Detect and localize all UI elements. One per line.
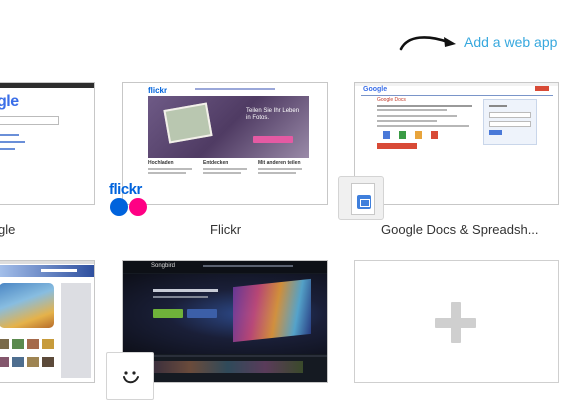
flickr-blue-dot — [110, 198, 128, 216]
flickr-column-1: Hochladen — [148, 160, 198, 174]
thumbnail-text-line — [377, 115, 457, 117]
flickr-column-3: Mit anderen teilen — [258, 160, 308, 174]
thumbnail-sidebar — [61, 283, 91, 378]
thumbnail-nav — [195, 88, 275, 90]
flickr-hero-image: Teilen Sie Ihr Leben in Fotos. — [148, 96, 309, 158]
google-docs-app-icon — [338, 176, 384, 220]
thumbnail-corner-button — [535, 86, 549, 91]
plus-icon — [451, 302, 461, 343]
thumbnail-nav — [203, 265, 293, 267]
flickr-column-2: Entdecken — [203, 160, 253, 174]
app-label-flickr: Flickr — [210, 222, 242, 237]
app-label-google: gle — [0, 222, 16, 237]
thumbnail-topbar — [0, 83, 94, 88]
thumbnail-photo — [0, 339, 9, 349]
thumbnail-photo — [42, 339, 54, 349]
thumbnail-nav — [41, 269, 77, 272]
thumbnail-banner-image — [0, 283, 54, 328]
thumbnail-link-line — [0, 148, 15, 150]
add-app-tile[interactable] — [354, 260, 559, 383]
songbird-secondary-button — [187, 309, 217, 318]
google-docs-signin-box — [483, 99, 537, 145]
songbird-app-icon — [106, 352, 154, 400]
curved-arrow-icon — [399, 36, 456, 51]
add-web-app-link[interactable]: Add a web app — [398, 30, 557, 54]
app-tile-google-docs[interactable]: Google Google Docs — [354, 82, 559, 205]
app-tile-4[interactable] — [0, 260, 95, 383]
docs-product-icon — [415, 131, 422, 139]
google-docs-logo: Google — [363, 86, 388, 93]
thumbnail-text-line — [377, 120, 437, 122]
thumbnail-photo — [0, 357, 9, 367]
thumbnail-text-line — [377, 125, 469, 127]
app-tile-flickr[interactable]: flickr Teilen Sie Ihr Leben in Fotos. Ho… — [122, 82, 328, 205]
thumbnail-divider — [361, 95, 553, 96]
thumbnail-photo — [27, 357, 39, 367]
flickr-app-icon: flickr — [108, 181, 150, 219]
google-docs-create-button — [377, 143, 417, 149]
docs-product-icon — [383, 131, 390, 139]
thumbnail-topbar — [0, 261, 94, 264]
thumbnail-text-line — [377, 105, 472, 107]
flickr-hero-button — [253, 136, 293, 143]
docs-product-icon — [431, 131, 438, 139]
songbird-album-wall — [233, 278, 311, 343]
thumbnail-link-line — [0, 141, 25, 143]
docs-product-icon — [399, 131, 406, 139]
flickr-header-logo: flickr — [148, 86, 168, 95]
smiley-bird-icon — [123, 371, 139, 384]
songbird-download-button — [153, 309, 183, 318]
google-logo: gle — [0, 93, 19, 110]
thumbnail-photo — [12, 357, 24, 367]
thumbnail-text-line — [377, 109, 447, 111]
songbird-footer-strip — [153, 361, 303, 373]
songbird-logo: Songbird — [151, 263, 176, 269]
flickr-pink-dot — [129, 198, 147, 216]
flickr-hero-headline: Teilen Sie Ihr Leben in Fotos. — [246, 108, 300, 121]
thumbnail-link-line — [0, 134, 19, 136]
thumbnail-photo — [42, 357, 54, 367]
google-search-box — [0, 116, 59, 125]
flickr-app-icon-text: flickr — [109, 181, 142, 198]
app-tile-google[interactable]: gle — [0, 82, 95, 205]
app-label-google-docs: Google Docs & Spreadsh... — [381, 222, 539, 237]
songbird-subline — [153, 296, 208, 298]
flickr-hero-photo — [163, 102, 213, 144]
docs-doc-badge-icon — [357, 195, 371, 209]
google-docs-title: Google Docs — [377, 97, 406, 103]
add-web-app-label: Add a web app — [464, 34, 558, 50]
new-tab-page: Add a web app gle gle flickr Teilen Sie … — [0, 0, 577, 400]
thumbnail-photo — [12, 339, 24, 349]
songbird-headline — [153, 289, 218, 292]
thumbnail-photo — [27, 339, 39, 349]
